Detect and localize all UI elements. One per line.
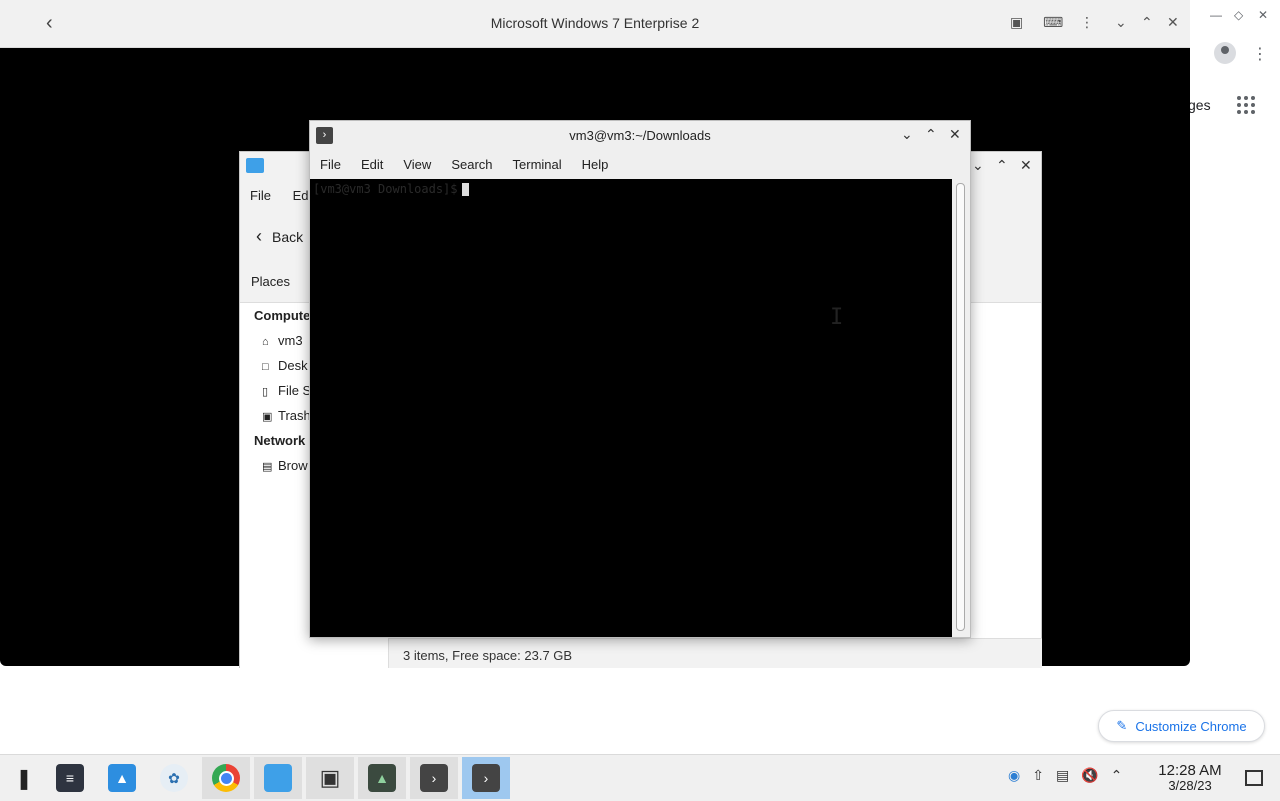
clock-date: 3/28/23: [1168, 778, 1212, 793]
chrome-restore-icon[interactable]: ◇: [1234, 8, 1243, 22]
volume-muted-icon[interactable]: 🔇: [1081, 767, 1098, 784]
sidebar-item-label: Trash: [278, 408, 311, 423]
fm-group-computer: Compute: [254, 308, 311, 323]
home-icon: ⌂: [262, 336, 269, 348]
text-cursor-ibeam-icon: I: [830, 305, 844, 330]
customize-chrome-button[interactable]: ✎ Customize Chrome: [1098, 710, 1265, 742]
sidebar-item-label: vm3: [278, 333, 303, 348]
clipboard-icon[interactable]: ▤: [1056, 767, 1069, 784]
terminal-scrollbar[interactable]: [952, 179, 970, 637]
keyboard-icon[interactable]: ⌨: [1043, 14, 1063, 31]
taskbar-system-monitor[interactable]: ▲: [358, 757, 406, 799]
update-icon[interactable]: ⇧: [1032, 767, 1044, 784]
trash-icon: ▣: [262, 411, 273, 423]
taskbar-settings[interactable]: ≡: [46, 757, 94, 799]
chrome-apps-grid-icon[interactable]: [1237, 96, 1255, 114]
clock[interactable]: 12:28 AM 3/28/23: [1150, 763, 1230, 793]
chrome-close-icon[interactable]: ✕: [1258, 8, 1268, 22]
show-desktop-icon[interactable]: [1245, 770, 1263, 786]
term-menu-terminal[interactable]: Terminal: [513, 157, 562, 172]
sidebar-item-filesystem[interactable]: ▯ File S: [262, 383, 311, 398]
term-menu-search[interactable]: Search: [451, 157, 492, 172]
terminal-menubar: File Edit View Search Terminal Help: [320, 157, 608, 172]
term-menu-help[interactable]: Help: [582, 157, 609, 172]
taskbar-files[interactable]: [254, 757, 302, 799]
system-tray: ◉ ⇧ ▤ 🔇 ⌃: [1008, 767, 1122, 784]
sidebar-item-label: Brow: [278, 458, 308, 473]
taskbar-software-store[interactable]: ▲: [98, 757, 146, 799]
term-menu-edit[interactable]: Edit: [361, 157, 383, 172]
chevron-down-icon[interactable]: ⌄: [1115, 14, 1127, 31]
app-launcher-button[interactable]: ❚: [0, 757, 48, 799]
sidebar-item-label: File S: [278, 383, 312, 398]
taskbar-terminal[interactable]: ›: [410, 757, 458, 799]
sidebar-item-trash[interactable]: ▣ Trash: [262, 408, 311, 423]
screen-capture-icon: ▣: [319, 765, 341, 790]
terminal-cursor: [461, 183, 469, 196]
term-minimize-icon[interactable]: ⌄: [901, 126, 913, 143]
fm-menubar: File Edi: [250, 188, 311, 203]
terminal-icon: ›: [420, 764, 448, 792]
clock-time: 12:28 AM: [1158, 762, 1222, 779]
coral-icon: ✿: [160, 764, 188, 792]
fm-minimize-icon[interactable]: ⌄: [972, 157, 984, 174]
chrome-profile-avatar-icon[interactable]: [1214, 42, 1236, 64]
fm-places-label: Places: [251, 274, 291, 289]
fm-menu-file[interactable]: File: [250, 188, 271, 203]
chevron-up-icon[interactable]: ⌃: [1111, 767, 1123, 784]
terminal-window: › vm3@vm3:~/Downloads ⌄ ⌃ ✕ File Edit Vi…: [309, 120, 971, 638]
drive-icon: ▯: [262, 386, 269, 398]
chrome-images-link[interactable]: ges: [1188, 97, 1211, 113]
pencil-icon: ✎: [1116, 718, 1128, 733]
network-icon: ▤: [262, 461, 273, 473]
terminal-prompt-text: [vm3@vm3 Downloads]$: [313, 182, 458, 196]
terminal-prompt: [vm3@vm3 Downloads]$: [313, 182, 469, 196]
term-menu-file[interactable]: File: [320, 157, 341, 172]
settings-icon: ≡: [56, 764, 84, 792]
store-bag-icon: ▲: [108, 764, 136, 792]
term-maximize-icon[interactable]: ⌃: [925, 126, 937, 143]
terminal-screen[interactable]: [vm3@vm3 Downloads]$: [310, 179, 952, 637]
terminal-title: vm3@vm3:~/Downloads: [569, 128, 711, 143]
taskbar-vm-app[interactable]: ✿: [150, 757, 198, 799]
sidebar-item-home[interactable]: ⌂ vm3: [262, 333, 303, 348]
qbittorrent-icon[interactable]: ◉: [1008, 767, 1020, 784]
close-icon[interactable]: ✕: [1167, 14, 1179, 31]
launcher-icon: ❚: [15, 767, 33, 790]
sidebar-item-desktop[interactable]: □ Desk: [262, 358, 308, 373]
chrome-icon: [212, 764, 240, 792]
fm-close-icon[interactable]: ✕: [1020, 157, 1032, 174]
terminal-scrollbar-thumb[interactable]: [956, 183, 965, 631]
fm-maximize-icon[interactable]: ⌃: [996, 157, 1008, 174]
desktop-icon: □: [262, 361, 269, 373]
sidebar-item-browse-network[interactable]: ▤ Brow: [262, 458, 308, 473]
taskbar-chrome[interactable]: [202, 757, 250, 799]
fm-group-network: Network: [254, 433, 306, 448]
more-options-icon[interactable]: ⋮: [1080, 14, 1094, 31]
fm-statusbar: 3 items, Free space: 23.7 GB: [388, 638, 1042, 668]
chrome-menu-icon[interactable]: ⋮: [1252, 44, 1268, 64]
folder-icon: [264, 764, 292, 792]
taskbar-screenshot[interactable]: ▣: [306, 757, 354, 799]
sidebar-item-label: Desk: [278, 358, 308, 373]
fm-back-label: Back: [272, 229, 304, 245]
fm-back-button[interactable]: ‹ Back: [256, 226, 303, 247]
folder-icon: [246, 158, 264, 173]
taskbar-terminal-active[interactable]: ›: [462, 757, 510, 799]
term-menu-view[interactable]: View: [403, 157, 431, 172]
chrome-minimize-icon[interactable]: —: [1210, 8, 1222, 22]
system-monitor-icon: ▲: [368, 764, 396, 792]
customize-chrome-label: Customize Chrome: [1135, 718, 1247, 734]
vm-titlebar: ‹ Microsoft Windows 7 Enterprise 2 ▣ ⌨ ⋮…: [0, 0, 1190, 48]
fm-status-text: 3 items, Free space: 23.7 GB: [403, 648, 573, 663]
taskbar: ❚ ≡ ▲ ✿ ▣ ▲ › › ◉ ⇧ ▤ 🔇 ⌃ 12:28 AM 3/28/…: [0, 754, 1280, 801]
chevron-up-icon[interactable]: ⌃: [1141, 14, 1153, 31]
fullscreen-icon[interactable]: ▣: [1010, 14, 1023, 31]
chevron-left-icon: ‹: [256, 226, 262, 246]
terminal-icon: ›: [472, 764, 500, 792]
term-close-icon[interactable]: ✕: [949, 126, 961, 143]
